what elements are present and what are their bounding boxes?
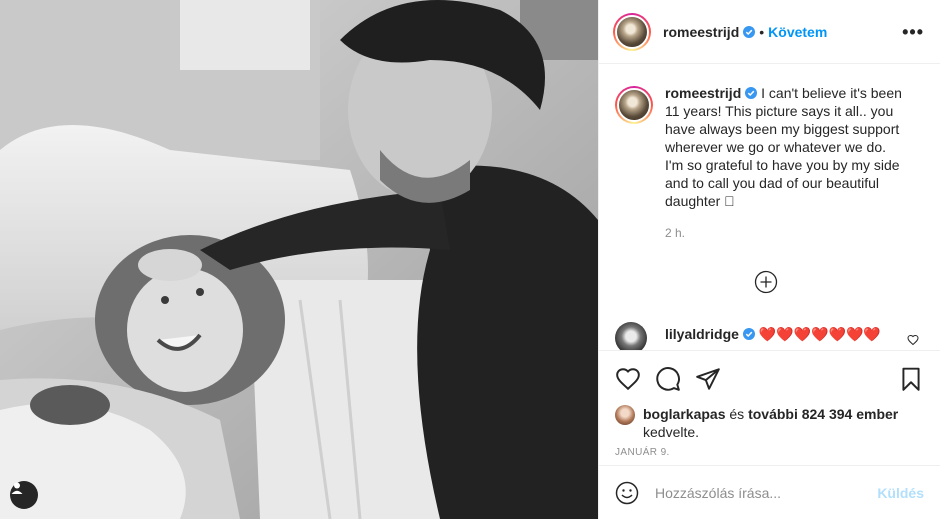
post-photo[interactable] bbox=[0, 0, 598, 519]
comment-body: lilyaldridge ❤️❤️❤️❤️❤️❤️❤️ bbox=[665, 326, 881, 343]
comment-input[interactable] bbox=[653, 483, 857, 502]
first-liker[interactable]: boglarkapas bbox=[643, 406, 725, 422]
author-avatar[interactable] bbox=[613, 12, 651, 51]
verified-badge-icon bbox=[745, 87, 758, 99]
caption-username[interactable]: romeestrijd bbox=[665, 85, 741, 101]
caption-text: I can't believe it's been 11 years! This… bbox=[665, 85, 902, 209]
liker-avatar[interactable] bbox=[615, 405, 635, 425]
separator-dot: • bbox=[759, 23, 765, 40]
user-icon[interactable] bbox=[10, 481, 38, 509]
likes-text: boglarkapas és további 824 394 ember ked… bbox=[643, 405, 898, 441]
commenter-avatar[interactable] bbox=[615, 322, 647, 350]
other-likers-link[interactable]: további 824 394 ember bbox=[748, 406, 898, 422]
caption-body: romeestrijd I can't believe it's been 11… bbox=[665, 84, 905, 242]
caption-time[interactable]: 2 h. bbox=[665, 224, 905, 242]
comments-section: romeestrijd I can't believe it's been 11… bbox=[599, 64, 940, 350]
verified-badge-icon bbox=[743, 25, 756, 38]
likes-suffix: kedvelte. bbox=[643, 424, 700, 440]
comment-username[interactable]: lilyaldridge bbox=[665, 326, 739, 342]
caption: romeestrijd I can't believe it's been 11… bbox=[599, 64, 940, 242]
comment-like-icon[interactable] bbox=[907, 334, 919, 346]
verified-badge-icon bbox=[742, 328, 755, 340]
likes-middle: és bbox=[725, 406, 749, 422]
bookmark-icon[interactable] bbox=[898, 366, 924, 392]
author-username[interactable]: romeestrijd bbox=[663, 24, 739, 40]
photo-illustration bbox=[0, 0, 598, 519]
post-header: romeestrijd • Követem ••• bbox=[599, 0, 940, 64]
action-section: boglarkapas és további 824 394 ember ked… bbox=[599, 350, 940, 471]
load-more-comments-icon[interactable] bbox=[754, 270, 778, 294]
heart-icon[interactable] bbox=[615, 366, 641, 392]
comment-icon[interactable] bbox=[655, 366, 681, 392]
smiley-icon[interactable] bbox=[615, 481, 639, 505]
more-options-button[interactable]: ••• bbox=[902, 22, 924, 43]
follow-button[interactable]: Követem bbox=[768, 24, 827, 40]
instagram-post-view: romeestrijd • Követem ••• romeestrijd I … bbox=[0, 0, 940, 519]
likes-summary: boglarkapas és további 824 394 ember ked… bbox=[599, 395, 940, 441]
comment-item: lilyaldridge ❤️❤️❤️❤️❤️❤️❤️ bbox=[615, 322, 927, 350]
comment-composer: Küldés bbox=[599, 465, 940, 519]
comment-text: ❤️❤️❤️❤️❤️❤️❤️ bbox=[758, 326, 881, 342]
paper-plane-icon[interactable] bbox=[695, 366, 721, 392]
post-side-panel: romeestrijd • Követem ••• romeestrijd I … bbox=[598, 0, 940, 519]
user-tag-icon bbox=[11, 482, 23, 494]
post-date[interactable]: JANUÁR 9. bbox=[599, 441, 940, 458]
action-icons bbox=[599, 351, 940, 395]
send-button[interactable]: Küldés bbox=[877, 485, 924, 501]
caption-avatar[interactable] bbox=[615, 86, 653, 124]
